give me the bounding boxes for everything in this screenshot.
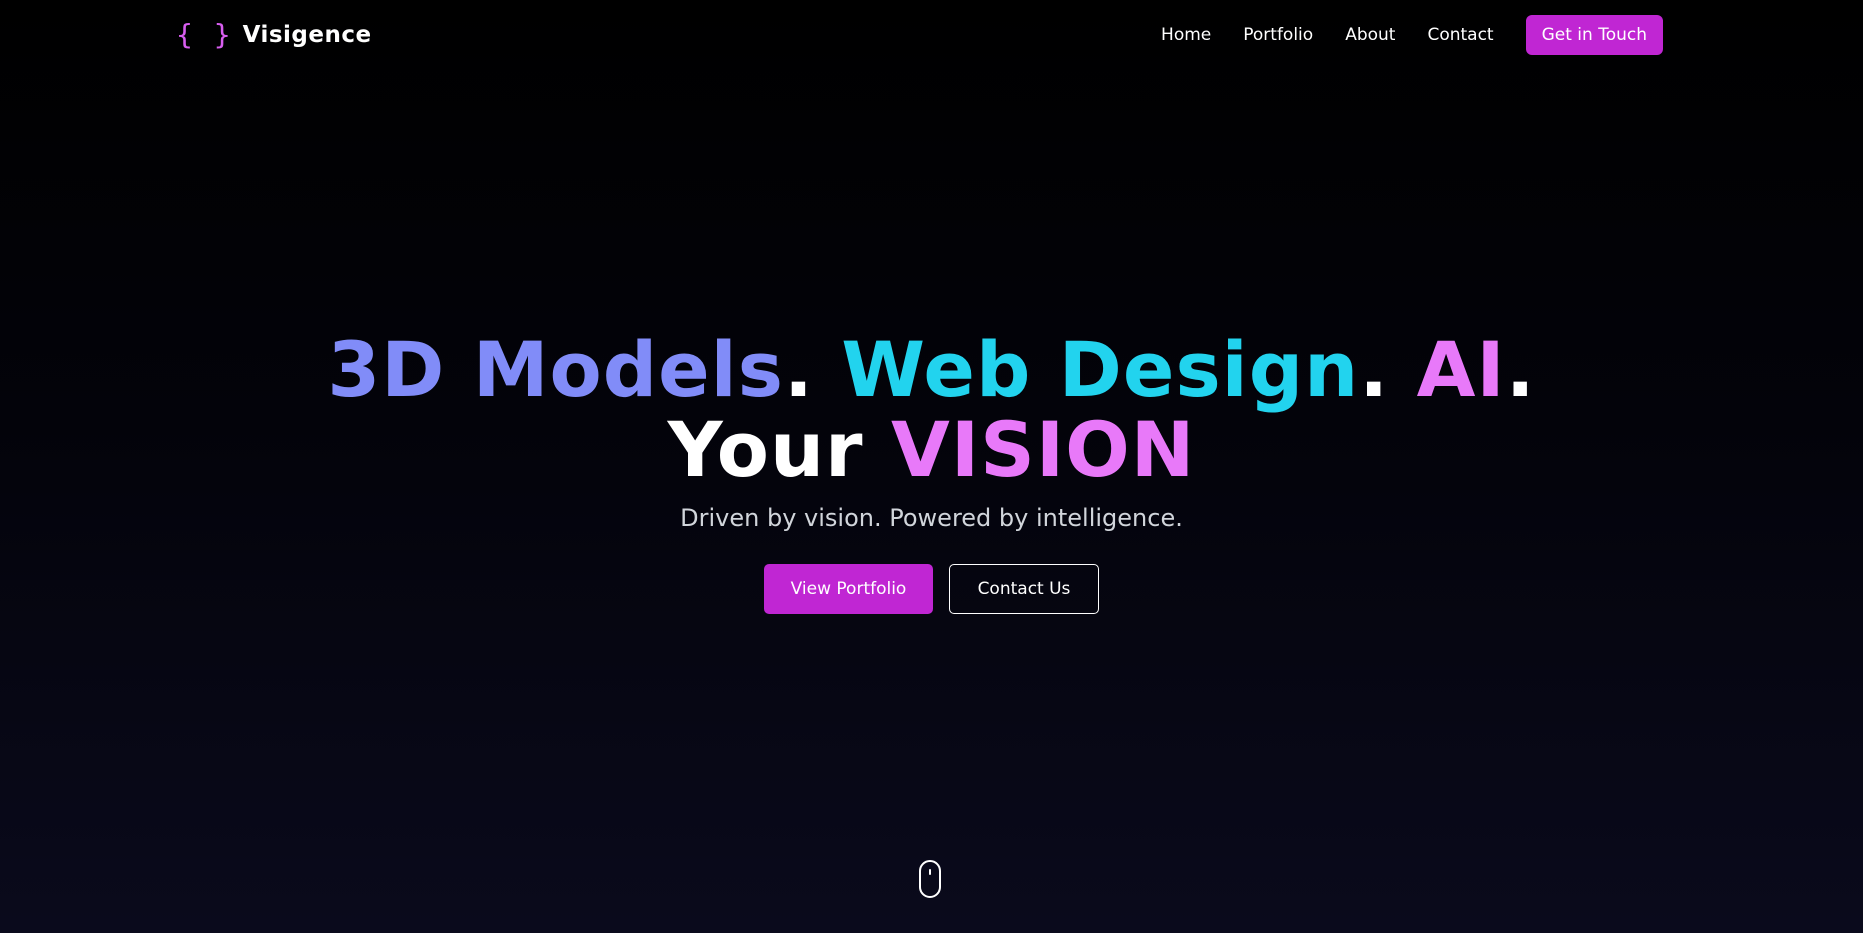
headline-line-2: Your VISION (0, 410, 1863, 490)
mouse-scroll-icon[interactable] (919, 860, 941, 898)
nav-link-about[interactable]: About (1345, 15, 1395, 55)
braces-logo-icon: { } (176, 18, 233, 51)
scroll-wheel-dot (929, 869, 931, 875)
nav-link-contact[interactable]: Contact (1427, 15, 1493, 55)
headline-dot: . (1359, 325, 1390, 414)
headline-ai: AI (1416, 325, 1506, 414)
hero-section: 3D Models. Web Design. AI. Your VISION D… (0, 330, 1863, 614)
headline-your: Your (667, 405, 864, 494)
view-portfolio-button[interactable]: View Portfolio (764, 564, 933, 614)
hero-headline: 3D Models. Web Design. AI. Your VISION (0, 330, 1863, 490)
get-in-touch-button[interactable]: Get in Touch (1525, 15, 1663, 55)
contact-us-button[interactable]: Contact Us (949, 564, 1099, 614)
nav-link-portfolio[interactable]: Portfolio (1243, 15, 1313, 55)
hero-buttons: View Portfolio Contact Us (0, 564, 1863, 614)
top-navbar: { } Visigence Home Portfolio About Conta… (0, 0, 1863, 70)
nav-link-home[interactable]: Home (1161, 15, 1211, 55)
headline-dot: . (783, 325, 814, 414)
headline-vision: VISION (891, 405, 1196, 494)
logo[interactable]: { } Visigence (176, 17, 372, 53)
headline-line-1: 3D Models. Web Design. AI. (0, 330, 1863, 410)
headline-3d-models: 3D Models (327, 325, 784, 414)
headline-dot: . (1505, 325, 1536, 414)
brand-name: Visigence (242, 22, 372, 48)
headline-web-design: Web Design (841, 325, 1360, 414)
hero-subtitle: Driven by vision. Powered by intelligenc… (680, 504, 1183, 532)
nav-links: Home Portfolio About Contact Get in Touc… (1161, 15, 1663, 55)
